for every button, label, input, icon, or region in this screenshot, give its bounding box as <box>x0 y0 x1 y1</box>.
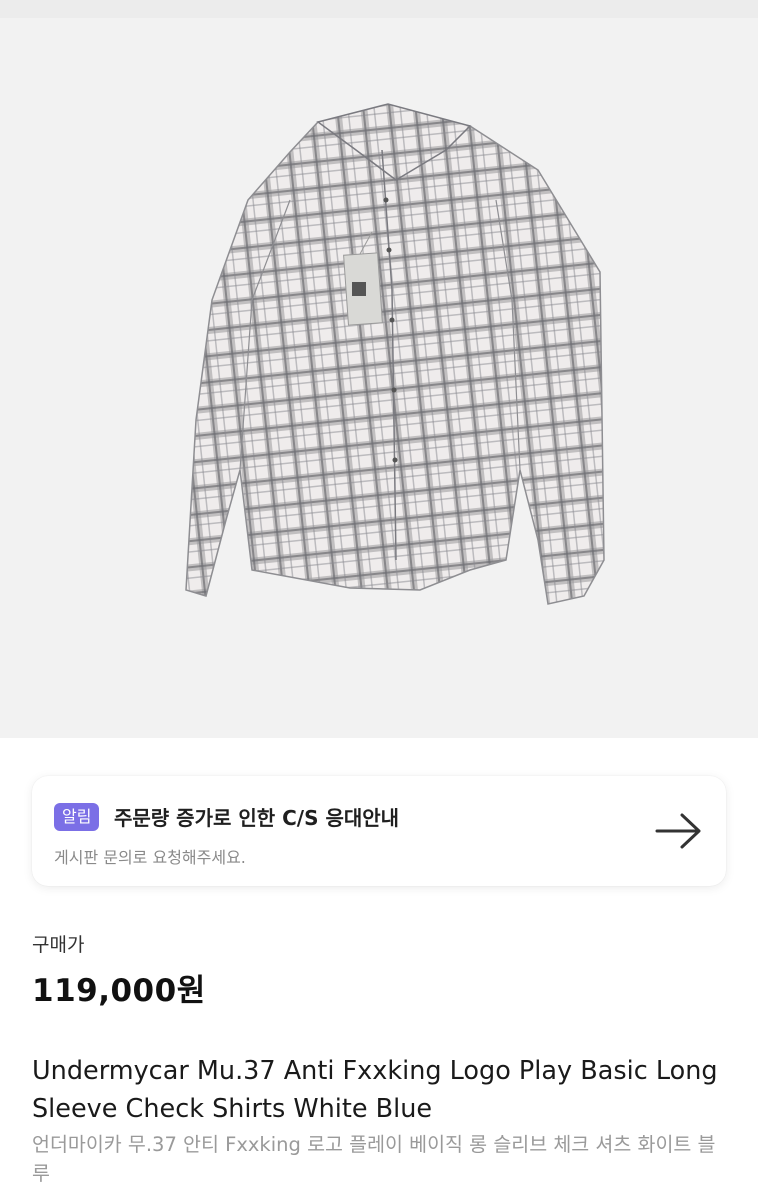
notice-title: 주문량 증가로 인한 C/S 응대안내 <box>114 806 400 830</box>
notice-description: 게시판 문의로 요청해주세요. <box>54 848 246 867</box>
notice-banner[interactable]: 알림 주문량 증가로 인한 C/S 응대안내 게시판 문의로 요청해주세요. <box>32 776 726 886</box>
check-shirt-image <box>185 103 605 605</box>
arrow-right-icon[interactable] <box>654 811 704 851</box>
product-title-en: Undermycar Mu.37 Anti Fxxking Logo Play … <box>32 1056 718 1124</box>
product-title-ko: 언더마이카 무.37 안티 Fxxking 로고 플레이 베이직 롱 슬리브 체… <box>32 1133 716 1185</box>
product-image-area[interactable] <box>0 0 758 738</box>
price-value: 119,000원 <box>32 973 206 1009</box>
price-label: 구매가 <box>32 934 85 956</box>
notice-badge: 알림 <box>54 803 100 831</box>
